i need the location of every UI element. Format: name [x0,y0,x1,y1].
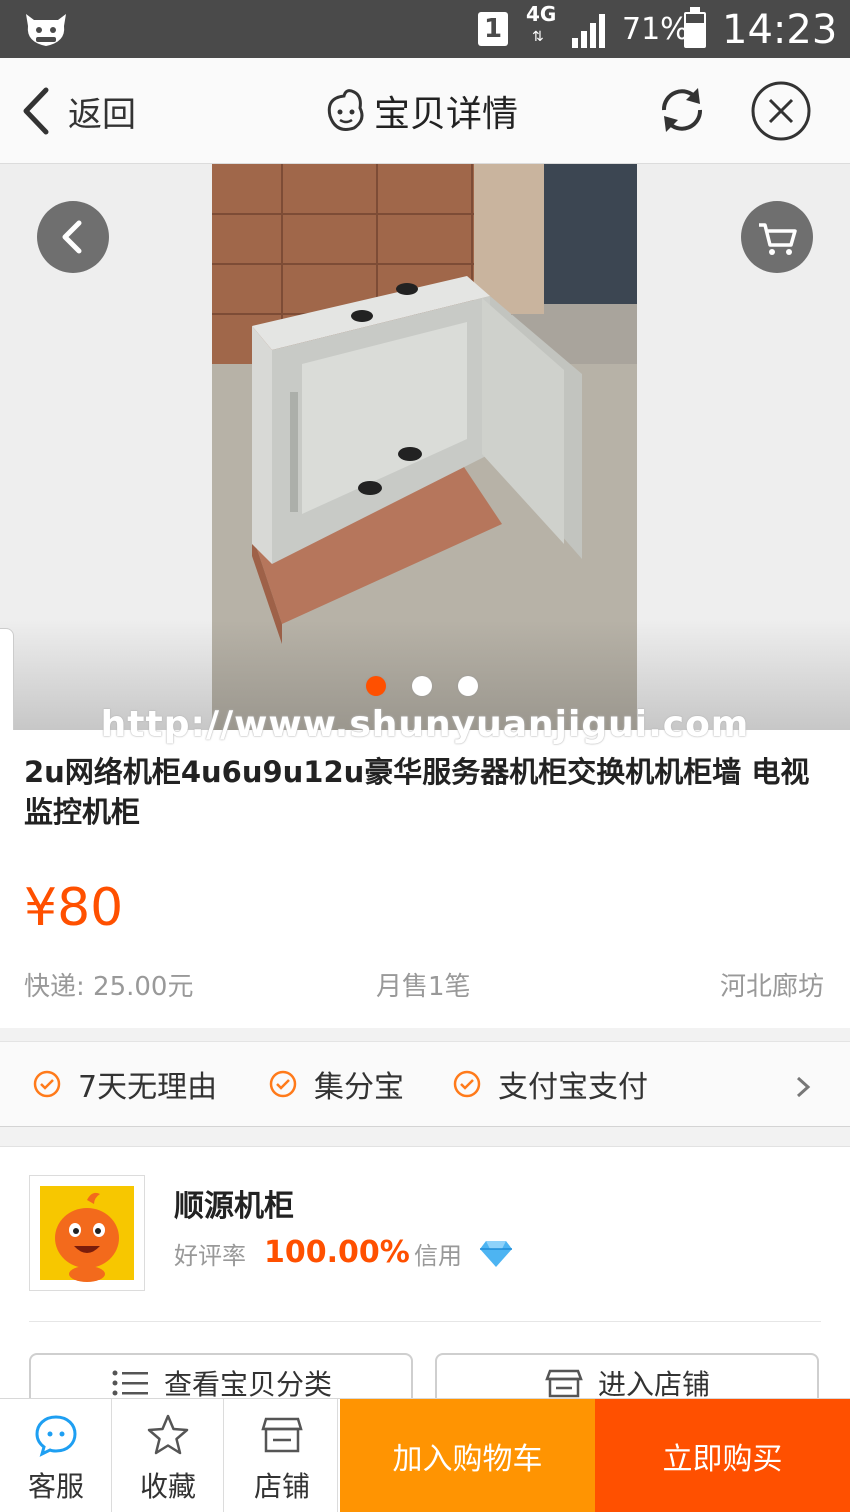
shop-name[interactable]: 顺源机柜 [174,1181,294,1225]
store-icon [545,1369,583,1398]
store-label: 店铺 [253,1470,310,1503]
taobao-cow-icon [26,14,66,46]
data-arrows-icon: ⇅ [532,29,544,45]
back-label: 返回 [68,94,136,135]
signal-icon [572,14,605,48]
seller-location: 河北廊坊 [719,972,824,1002]
customer-service-button[interactable]: 客服 [0,1399,112,1512]
shipping-fee: 快递: 25.00元 [24,972,194,1002]
list-icon [112,1370,148,1396]
guarantee-item: 7天无理由 [32,1062,217,1106]
back-chevron-icon [23,87,49,135]
sim-indicator: 1 [478,12,508,46]
monthly-sales: 月售1笔 [376,972,471,1002]
mascot-icon [327,89,364,131]
nav-bar: 返回 宝贝详情 [0,58,850,164]
network-type: 4G [526,2,557,26]
battery-fill [686,23,704,46]
shop-card: 顺源机柜 好评率 100.00% 信用 查看宝贝分类 进入店铺 [0,1146,850,1413]
chevron-right-icon[interactable] [792,1070,816,1104]
guarantee-label: 支付宝支付 [498,1070,648,1105]
customer-service-label: 客服 [27,1470,84,1503]
gallery-dot-active[interactable] [366,676,386,696]
close-icon[interactable] [750,80,812,142]
star-icon [147,1414,189,1455]
gallery-back-button[interactable] [37,201,109,273]
refresh-icon[interactable] [652,80,712,140]
view-categories-label: 查看宝贝分类 [163,1368,332,1401]
cart-icon [759,223,797,255]
check-circle-icon [269,1070,297,1098]
guarantee-label: 7天无理由 [78,1070,218,1105]
store-icon [261,1417,303,1453]
gallery-dot[interactable] [458,676,478,696]
bottom-action-bar: 客服 收藏 店铺 加入购物车 立即购买 [0,1398,850,1512]
guarantee-bar[interactable]: 7天无理由 集分宝 支付宝支付 [0,1041,850,1127]
enter-shop-label: 进入店铺 [597,1368,710,1401]
chat-bubble-icon [35,1415,77,1457]
shop-logo[interactable] [29,1175,145,1291]
cart-button[interactable] [741,201,813,273]
shop-mascot-icon [40,1186,134,1282]
divider [29,1321,821,1322]
back-button[interactable]: 返回 [18,82,136,140]
diamond-icon [480,1241,512,1267]
rating-label: 好评率 [174,1242,246,1270]
clock: 14:23 [722,7,838,53]
favorite-label: 收藏 [139,1470,196,1503]
battery-icon [684,7,706,48]
gallery-dot[interactable] [412,676,432,696]
favorite-button[interactable]: 收藏 [112,1399,224,1512]
guarantee-item: 支付宝支付 [452,1062,648,1106]
product-title: 2u网络机柜4u6u9u12u豪华服务器机柜交换机机柜墙 电视 监控机柜 [24,755,810,829]
product-price: ¥80 [24,878,124,938]
back-arrow-icon [62,220,82,254]
check-circle-icon [453,1070,481,1098]
check-circle-icon [33,1070,61,1098]
guarantee-item: 集分宝 [268,1062,404,1106]
rating-value: 100.00% [264,1235,410,1270]
add-to-cart-button[interactable]: 加入购物车 [340,1399,595,1512]
credit-label: 信用 [414,1242,462,1270]
watermark-text: http://www.shunyuanjigui.com [100,704,750,745]
store-button[interactable]: 店铺 [226,1399,338,1512]
status-bar: 1 4G ⇅ 71% 14:23 [0,0,850,58]
buy-now-button[interactable]: 立即购买 [595,1399,850,1512]
product-info: 2u网络机柜4u6u9u12u豪华服务器机柜交换机机柜墙 电视 监控机柜 ¥80… [0,730,850,1028]
page-title: 宝贝详情 [374,94,519,135]
gallery-pagination [366,676,478,698]
guarantee-label: 集分宝 [314,1070,404,1105]
battery-percent: 71% [622,12,689,47]
page-header: 宝贝详情 [322,82,518,140]
